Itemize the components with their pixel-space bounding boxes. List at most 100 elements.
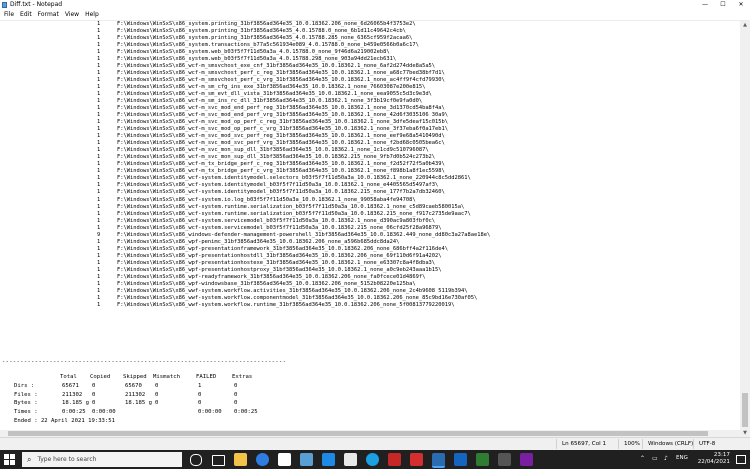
- task-view-icon[interactable]: [212, 455, 225, 466]
- file-count: 1: [97, 224, 101, 231]
- summary-column-header: Extras: [232, 374, 253, 380]
- file-count: 1: [97, 98, 101, 105]
- file-path: F:\Windows\WinSxS\x86_wpf-readyframework…: [117, 273, 426, 280]
- language-indicator[interactable]: ENG: [676, 455, 688, 461]
- file-path: F:\Windows\WinSxS\x86_wcf-m_svc_mod_op_p…: [117, 119, 449, 126]
- outlook-icon[interactable]: [322, 453, 335, 466]
- text-editor-area[interactable]: 1 F:\Windows\WinSxS\x86_system.printing_3…: [0, 21, 740, 437]
- summary-row-label: Times :: [14, 408, 38, 415]
- menu-bar: File Edit Format View Help: [0, 9, 750, 21]
- browser-icon[interactable]: [366, 453, 379, 466]
- file-path: F:\Windows\WinSxS\x86_wcf-system.service…: [117, 217, 436, 224]
- file-path: F:\Windows\WinSxS\x86_wcf-system.identit…: [117, 189, 445, 196]
- menu-help[interactable]: Help: [85, 11, 99, 18]
- file-count: 1: [97, 196, 101, 203]
- vertical-scroll-thumb[interactable]: [742, 393, 748, 427]
- file-path: F:\Windows\WinSxS\x86_wcf-m_tx_bridge_pe…: [117, 161, 445, 168]
- ended-timestamp: Ended : 22 April 2021 19:33:51: [14, 418, 116, 424]
- file-path: F:\Windows\WinSxS\x86_wwf-system.workflo…: [117, 294, 478, 301]
- file-path: F:\Windows\WinSxS\x86_wcf-m_svc_mod_svc_…: [117, 133, 445, 140]
- file-path: F:\Windows\WinSxS\x86_wcf-m_svc_mod_svc_…: [117, 140, 445, 147]
- acrobat-icon[interactable]: [410, 453, 423, 466]
- file-count: 1: [97, 287, 101, 294]
- file-count: 1: [97, 105, 101, 112]
- cursor-position: Ln 65697, Col 1: [562, 441, 607, 447]
- summary-cell: 0:00:00: [92, 408, 116, 415]
- file-path: F:\Windows\WinSxS\x86_wcf-system.service…: [117, 224, 442, 231]
- notification-icon[interactable]: [736, 455, 746, 464]
- file-path: F:\Windows\WinSxS\x86_wwf-system.workflo…: [117, 301, 455, 308]
- menu-edit[interactable]: Edit: [20, 11, 32, 18]
- horizontal-scrollbar[interactable]: [0, 430, 740, 437]
- tray-chevron-icon[interactable]: ⌃: [640, 455, 645, 462]
- file-path: F:\Windows\WinSxS\x86_wpf-presentationfr…: [117, 245, 449, 252]
- menu-view[interactable]: View: [65, 11, 79, 18]
- file-count: 1: [97, 161, 101, 168]
- scroll-down-icon[interactable]: ▼: [740, 429, 750, 437]
- file-count: 1: [97, 112, 101, 119]
- file-explorer-icon[interactable]: [234, 453, 247, 466]
- file-path: F:\Windows\WinSxS\x86_wcf-m_svc_mon_sup_…: [117, 147, 429, 154]
- vertical-scrollbar[interactable]: ▲ ▼: [740, 21, 750, 437]
- store-icon[interactable]: [278, 453, 291, 466]
- app-icon[interactable]: [520, 453, 533, 466]
- file-path: F:\Windows\WinSxS\x86_wcf-system.io.log_…: [117, 196, 416, 203]
- horizontal-scroll-thumb[interactable]: [8, 431, 708, 436]
- edge-icon[interactable]: [256, 453, 269, 466]
- file-count: 1: [97, 42, 101, 49]
- taskbar-search-box[interactable]: ⌕: [22, 452, 182, 467]
- file-path: F:\Windows\WinSxS\x86_wcf-system.runtime…: [117, 210, 471, 217]
- file-count: 1: [97, 273, 101, 280]
- file-count: 1: [97, 28, 101, 35]
- file-count: 1: [97, 21, 101, 27]
- network-icon[interactable]: ▭: [652, 455, 658, 462]
- windows-start-icon[interactable]: [4, 454, 15, 465]
- status-bar: Ln 65697, Col 1 100% Windows (CRLF) UTF-…: [0, 437, 750, 450]
- file-count: 1: [97, 301, 101, 308]
- file-path: F:\Windows\WinSxS\x86_wcf-m_sm_evt_dll_v…: [117, 91, 432, 98]
- file-path: F:\Windows\WinSxS\x86_system.printing_31…: [117, 35, 413, 42]
- file-path: F:\Windows\WinSxS\x86_wcf-m_svc_mon_sup_…: [117, 154, 436, 161]
- search-input[interactable]: [35, 455, 170, 464]
- summary-column-header: Copied: [90, 374, 111, 380]
- notepad-taskbar-icon[interactable]: [432, 453, 445, 468]
- summary-cell: 18.185 g: [125, 400, 152, 407]
- file-count: 1: [97, 210, 101, 217]
- file-path: F:\Windows\WinSxS\x86_system.printing_31…: [117, 28, 406, 35]
- summary-cell: 0: [155, 400, 159, 407]
- zoom-level: 100%: [624, 441, 640, 447]
- scroll-up-icon[interactable]: ▲: [740, 21, 750, 29]
- cortana-icon[interactable]: [190, 454, 202, 466]
- file-count: 1: [97, 280, 101, 287]
- close-button[interactable]: ✕: [732, 0, 750, 9]
- file-count: 1: [97, 154, 101, 161]
- word-icon[interactable]: [454, 453, 467, 466]
- volume-icon[interactable]: ♪: [664, 455, 668, 462]
- window-controls: — ☐ ✕: [696, 0, 750, 9]
- search-icon: ⌕: [27, 454, 32, 464]
- file-path: F:\Windows\WinSxS\x86_wpf-presentationho…: [117, 252, 442, 259]
- file-path: F:\Windows\WinSxS\x86_wpf-penimc_31bf385…: [117, 238, 400, 245]
- file-path: F:\Windows\WinSxS\x86_wcf-system.identit…: [117, 182, 439, 189]
- mail-icon[interactable]: [300, 453, 313, 466]
- summary-column-header: FAILED: [196, 374, 217, 380]
- file-count: 1: [97, 175, 101, 182]
- menu-format[interactable]: Format: [38, 11, 59, 18]
- excel-icon[interactable]: [476, 453, 489, 466]
- maximize-button[interactable]: ☐: [714, 0, 732, 9]
- file-path: F:\Windows\WinSxS\x86_wcf-m_sm_ins_rc_dl…: [117, 98, 423, 105]
- file-path: F:\Windows\WinSxS\x86_wcf-system.runtime…: [117, 203, 465, 210]
- settings-gear-icon[interactable]: [498, 453, 511, 466]
- file-count: 1: [97, 70, 101, 77]
- file-path: F:\Windows\WinSxS\x86_system.printing_31…: [117, 21, 416, 27]
- file-path: F:\Windows\WinSxS\x86_wpf-windowsbase_31…: [117, 280, 416, 287]
- file-path: F:\Windows\WinSxS\x86_wcf-m_smsvchost_pe…: [117, 77, 445, 84]
- minimize-button[interactable]: —: [696, 0, 714, 9]
- menu-file[interactable]: File: [4, 11, 14, 18]
- system-clock[interactable]: 23:17 22/04/2021: [698, 452, 730, 466]
- media-player-icon[interactable]: [388, 453, 401, 466]
- calculator-icon[interactable]: [344, 453, 357, 466]
- file-count: 1: [97, 133, 101, 140]
- summary-cell: 0:00:00: [198, 408, 222, 415]
- file-count: 1: [97, 238, 101, 245]
